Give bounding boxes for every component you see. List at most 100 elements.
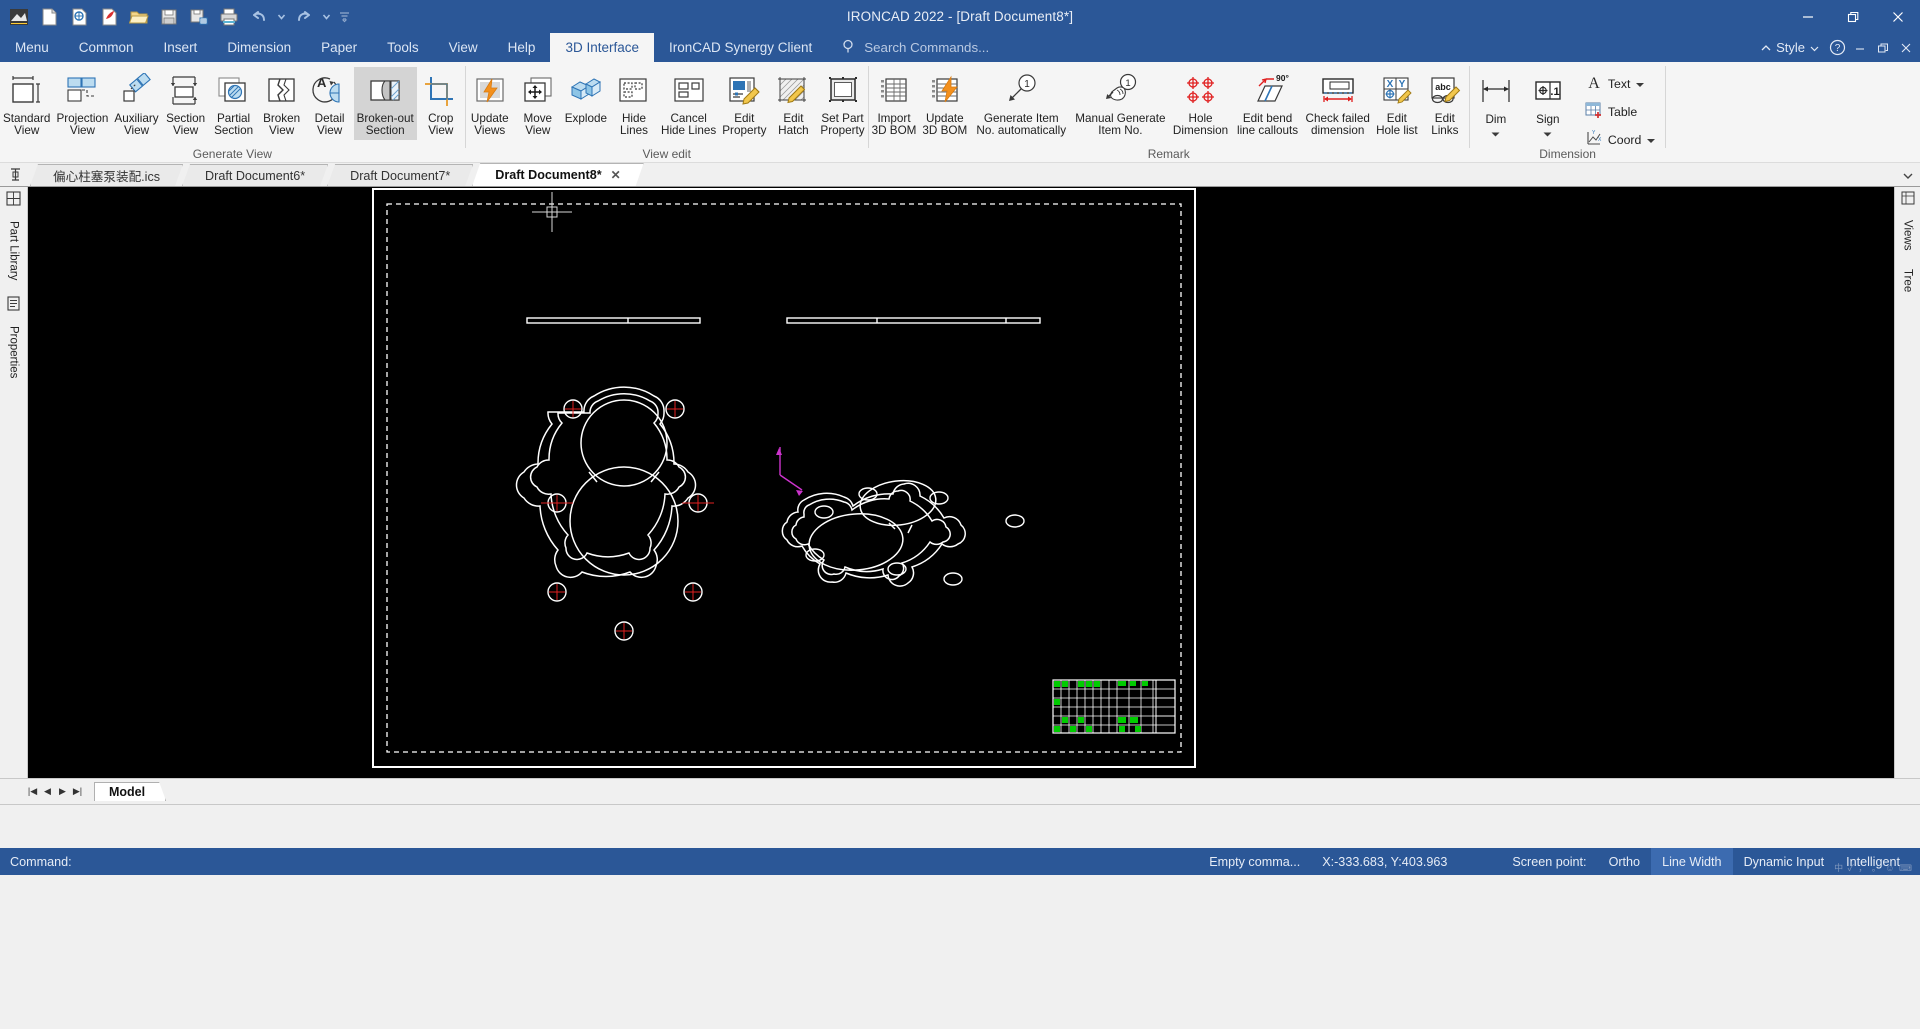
edit-hole-list-button[interactable]: X Y Edit Hole list xyxy=(1373,67,1421,140)
update-3d-bom-button[interactable]: Update 3D BOM xyxy=(919,67,970,140)
prev-sheet-button[interactable]: ◀ xyxy=(41,784,54,800)
generate-item-no-icon: 1 xyxy=(999,71,1043,111)
save-icon[interactable] xyxy=(156,4,182,30)
ribbon-group-generate-view: Standard View Projection View Auxiliary … xyxy=(0,62,465,163)
sidebar-item-properties[interactable]: Properties xyxy=(5,321,23,383)
first-sheet-button[interactable]: |◀ xyxy=(26,784,39,800)
projection-view-button[interactable]: Projection View xyxy=(53,67,111,140)
edit-hatch-button[interactable]: Edit Hatch xyxy=(769,67,817,140)
document-tabs-overflow-button[interactable] xyxy=(1902,172,1914,183)
standard-view-button[interactable]: Standard View xyxy=(0,67,53,140)
dim-button[interactable]: Dim xyxy=(1470,68,1522,145)
edit-links-button[interactable]: abc Edit Links xyxy=(1421,67,1469,140)
menu-item-ironcad-synergy-client[interactable]: IronCAD Synergy Client xyxy=(654,33,827,62)
new-drawing-icon[interactable] xyxy=(66,4,92,30)
check-failed-dimension-button[interactable]: Check failed dimension xyxy=(1303,67,1373,140)
ortho-toggle[interactable]: Ortho xyxy=(1598,848,1652,875)
new-sheet-icon[interactable] xyxy=(96,4,122,30)
tree-label: Tree xyxy=(1901,269,1914,293)
redo-icon[interactable] xyxy=(291,4,317,30)
menu-item-help[interactable]: Help xyxy=(493,33,551,62)
cancel-hide-lines-button[interactable]: Cancel Hide Lines xyxy=(658,67,719,140)
undo-dropdown-icon[interactable] xyxy=(276,4,287,30)
sign-button[interactable]: .1 Sign xyxy=(1522,68,1574,145)
dimension-small-buttons: A Text Table Y X Coord xyxy=(1574,68,1666,152)
mdi-minimize-button[interactable] xyxy=(1850,37,1870,59)
menu-item-view[interactable]: View xyxy=(434,33,493,62)
move-view-button[interactable]: Move View xyxy=(514,67,562,140)
document-tab-3[interactable]: Draft Document8* ✕ xyxy=(472,163,643,186)
close-icon[interactable]: ✕ xyxy=(611,168,621,182)
menu-item-menu[interactable]: Menu xyxy=(0,33,64,62)
update-3d-bom-label: Update 3D BOM xyxy=(922,112,968,138)
check-failed-dimension-label: Check failed dimension xyxy=(1305,112,1370,138)
last-sheet-button[interactable]: ▶| xyxy=(71,784,84,800)
partial-section-button[interactable]: Partial Section xyxy=(210,67,258,140)
menu-item-insert[interactable]: Insert xyxy=(149,33,213,62)
broken-out-section-button[interactable]: Broken-out Section xyxy=(353,67,417,140)
document-tab-1[interactable]: Draft Document6* xyxy=(182,164,328,186)
chevron-down-icon[interactable] xyxy=(1542,125,1553,143)
table-button[interactable]: Table xyxy=(1580,99,1662,124)
sidebar-item-tree[interactable]: Tree xyxy=(1899,264,1917,297)
menu-item-tools[interactable]: Tools xyxy=(372,33,434,62)
document-tab-0[interactable]: 偏心柱塞泵装配.ics xyxy=(30,164,183,186)
next-sheet-button[interactable]: ▶ xyxy=(56,784,69,800)
broken-view-button[interactable]: Broken View xyxy=(258,67,306,140)
detail-view-button[interactable]: A Detail View xyxy=(306,67,354,140)
window-minimize-button[interactable] xyxy=(1785,0,1830,33)
mdi-close-button[interactable] xyxy=(1896,37,1916,59)
sheet-tab-model[interactable]: Model xyxy=(94,782,166,801)
style-button[interactable]: Style xyxy=(1756,40,1824,55)
menu-item-3d-interface[interactable]: 3D Interface xyxy=(550,33,654,62)
section-view-button[interactable]: Section View xyxy=(162,67,210,140)
save-as-icon[interactable] xyxy=(186,4,212,30)
left-dock-rail: Part Library Properties xyxy=(0,187,28,778)
new-document-icon[interactable] xyxy=(36,4,62,30)
svg-text:Y: Y xyxy=(1399,79,1406,90)
hide-lines-button[interactable]: Hide Lines xyxy=(610,67,658,140)
menu-item-common[interactable]: Common xyxy=(64,33,149,62)
document-tab-label: Draft Document8* xyxy=(495,168,602,182)
edit-bend-line-callouts-button[interactable]: 90° Edit bend line callouts xyxy=(1233,67,1303,140)
app-logo-icon[interactable] xyxy=(6,4,32,30)
help-button[interactable]: ? xyxy=(1827,37,1847,59)
customize-qat-icon[interactable] xyxy=(336,4,352,30)
edit-property-button[interactable]: Edit Property xyxy=(719,67,769,140)
import-3d-bom-button[interactable]: Import 3D BOM xyxy=(869,67,920,140)
undo-icon[interactable] xyxy=(246,4,272,30)
sidebar-item-views[interactable]: Views xyxy=(1899,215,1917,255)
chevron-down-icon[interactable] xyxy=(1646,133,1656,147)
open-folder-icon[interactable] xyxy=(126,4,152,30)
sidebar-item-part-library[interactable]: Part Library xyxy=(5,216,23,285)
crop-view-button[interactable]: Crop View xyxy=(417,67,465,140)
line-width-toggle[interactable]: Line Width xyxy=(1651,848,1733,875)
command-label: Command: xyxy=(10,854,72,869)
document-tab-2[interactable]: Draft Document7* xyxy=(327,164,473,186)
menu-item-dimension[interactable]: Dimension xyxy=(212,33,306,62)
explode-button[interactable]: Explode xyxy=(562,67,610,127)
auxiliary-view-button[interactable]: Auxiliary View xyxy=(111,67,161,140)
window-restore-button[interactable] xyxy=(1830,0,1875,33)
window-close-button[interactable] xyxy=(1875,0,1920,33)
search-input[interactable] xyxy=(864,40,1085,55)
auxiliary-view-icon xyxy=(117,71,157,111)
search-commands[interactable] xyxy=(827,33,1098,62)
section-line-left xyxy=(526,317,701,324)
set-part-property-button[interactable]: Set Part Property xyxy=(817,67,867,140)
edit-bend-line-callouts-icon: 90° xyxy=(1246,71,1290,111)
print-icon[interactable] xyxy=(216,4,242,30)
chevron-down-icon[interactable] xyxy=(1635,77,1645,91)
mdi-restore-button[interactable] xyxy=(1873,37,1893,59)
drawing-canvas[interactable] xyxy=(28,187,1894,778)
redo-dropdown-icon[interactable] xyxy=(321,4,332,30)
menu-item-paper[interactable]: Paper xyxy=(306,33,372,62)
dynamic-input-toggle[interactable]: Dynamic Input xyxy=(1733,848,1836,875)
chevron-down-icon[interactable] xyxy=(1490,125,1501,143)
text-button[interactable]: A Text xyxy=(1580,71,1662,96)
hole-dimension-button[interactable]: Hole Dimension xyxy=(1169,67,1233,140)
svg-text:90°: 90° xyxy=(1276,73,1289,83)
generate-item-no-automatically-button[interactable]: 1 Generate Item No. automatically xyxy=(970,67,1072,140)
manual-generate-item-no-button[interactable]: 1 Manual Generate Item No. xyxy=(1072,67,1168,140)
update-views-button[interactable]: Update Views xyxy=(466,67,514,140)
